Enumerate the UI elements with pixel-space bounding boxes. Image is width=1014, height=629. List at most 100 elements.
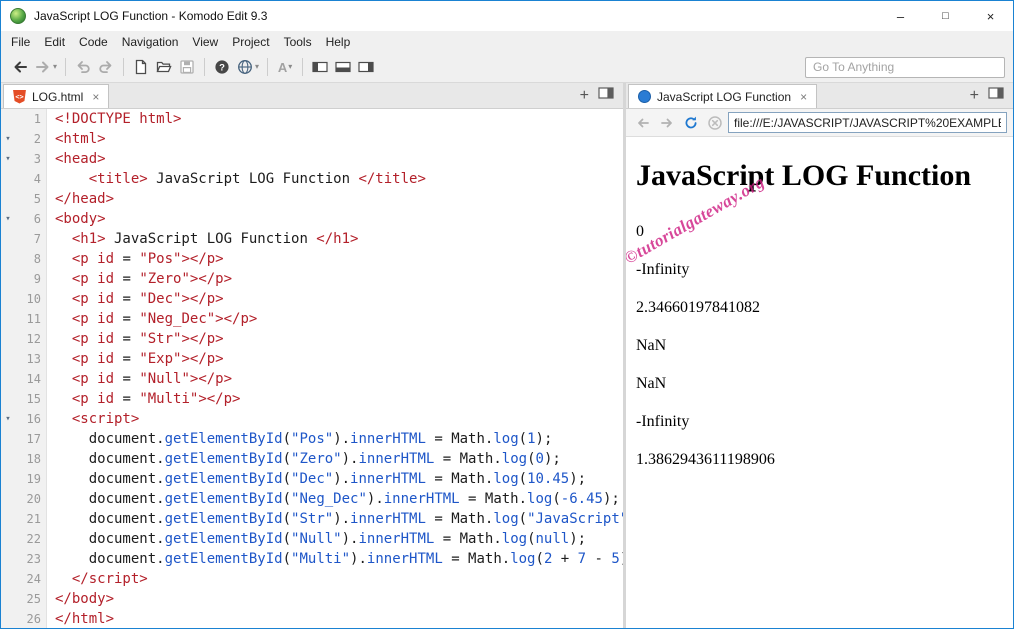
maximize-button[interactable]: □ [923,1,968,31]
gutter: 8 [1,249,47,269]
fold-toggle-icon[interactable]: ▾ [1,209,15,229]
fold-toggle-icon[interactable]: ▾ [1,409,15,429]
preview-new-tab-button[interactable]: + [970,88,979,104]
code-line: ▾16 <script> [1,409,623,429]
back-button[interactable] [9,55,31,79]
editor-pane: <> LOG.html × + 1<!DOCTYPE html>▾2<html>… [1,83,623,628]
gutter: ▾3 [1,149,47,169]
redo-icon [97,58,115,76]
forward-arrow-icon [34,58,52,76]
code-line: 17 document.getElementById("Pos").innerH… [1,429,623,449]
preview-in-browser-button[interactable]: ▾ [234,55,261,79]
fold-toggle-icon[interactable]: ▾ [1,149,15,169]
code-text: <p id = "Str"></p> [47,329,224,349]
browser-dropdown-caret-icon: ▾ [255,63,259,71]
line-number: 10 [15,289,46,309]
left-pane-icon [311,58,329,76]
gutter: ▾2 [1,129,47,149]
menu-item-edit[interactable]: Edit [37,33,72,51]
fold-spacer [1,189,15,209]
menu-item-help[interactable]: Help [319,33,358,51]
editor-tab-strip: <> LOG.html × + [1,83,623,109]
preview-split-view-button[interactable] [988,86,1004,105]
toggle-bottom-pane-button[interactable] [332,55,354,79]
font-size-button[interactable]: A ▾ [274,55,296,79]
browser-stop-button[interactable] [704,112,725,133]
fold-toggle-icon[interactable]: ▾ [1,129,15,149]
save-button[interactable] [176,55,198,79]
line-number: 20 [15,489,46,509]
goto-anything-input[interactable] [805,57,1005,78]
browser-forward-icon [659,115,675,131]
line-number: 13 [15,349,46,369]
output-value: -Infinity [636,261,1013,279]
forward-button[interactable]: ▾ [32,55,59,79]
komodo-app-icon [10,8,26,24]
code-line: 11 <p id = "Neg_Dec"></p> [1,309,623,329]
code-text: document.getElementById("Pos").innerHTML… [47,429,552,449]
line-number: 26 [15,609,46,628]
browser-refresh-button[interactable] [680,112,701,133]
tab-log-html[interactable]: <> LOG.html × [3,84,109,108]
line-number: 7 [15,229,46,249]
gutter: 18 [1,449,47,469]
menu-item-code[interactable]: Code [72,33,115,51]
browser-output: 0-Infinity2.34660197841082NaNNaN-Infinit… [636,223,1013,469]
browser-tab-icon [638,90,651,103]
gutter: 15 [1,389,47,409]
line-number: 25 [15,589,46,609]
new-tab-button[interactable]: + [580,88,589,104]
browser-forward-button[interactable] [656,112,677,133]
new-file-button[interactable] [130,55,152,79]
toggle-right-pane-button[interactable] [355,55,377,79]
close-button[interactable]: × [968,1,1013,31]
preview-tab-close-icon[interactable]: × [800,90,807,104]
menu-item-tools[interactable]: Tools [277,33,319,51]
code-text: <p id = "Multi"></p> [47,389,240,409]
code-text: <!DOCTYPE html> [47,109,181,129]
redo-button[interactable] [95,55,117,79]
gutter: 17 [1,429,47,449]
fold-spacer [1,589,15,609]
menu-item-project[interactable]: Project [225,33,276,51]
code-line: ▾6<body> [1,209,623,229]
browser-back-button[interactable] [632,112,653,133]
title-bar: JavaScript LOG Function - Komodo Edit 9.… [1,1,1013,31]
code-line: 24 </script> [1,569,623,589]
line-number: 15 [15,389,46,409]
line-number: 17 [15,429,46,449]
code-text: </script> [47,569,148,589]
editor-tab-close-icon[interactable]: × [92,90,99,104]
output-value: 1.3862943611198906 [636,451,1013,469]
split-view-icon [988,86,1004,100]
line-number: 11 [15,309,46,329]
code-line: 25</body> [1,589,623,609]
code-line: 26</html> [1,609,623,628]
preview-strip-actions: + [970,83,1013,108]
minimize-button[interactable]: – [878,1,923,31]
gutter: 1 [1,109,47,129]
line-number: 22 [15,529,46,549]
split-view-icon [598,86,614,100]
output-value: 2.34660197841082 [636,299,1013,317]
save-floppy-icon [178,58,196,76]
menu-item-file[interactable]: File [4,33,37,51]
toolbar-separator [204,58,205,76]
undo-button[interactable] [72,55,94,79]
help-button[interactable]: ? [211,55,233,79]
gutter: ▾16 [1,409,47,429]
code-line: 1<!DOCTYPE html> [1,109,623,129]
menu-item-navigation[interactable]: Navigation [115,33,186,51]
menu-item-view[interactable]: View [185,33,225,51]
open-file-button[interactable] [153,55,175,79]
fold-spacer [1,369,15,389]
code-line: 13 <p id = "Exp"></p> [1,349,623,369]
gutter: 4 [1,169,47,189]
split-view-button[interactable] [598,86,614,105]
gutter: 7 [1,229,47,249]
code-editor[interactable]: 1<!DOCTYPE html>▾2<html>▾3<head>4 <title… [1,109,623,628]
toggle-left-pane-button[interactable] [309,55,331,79]
address-bar-input[interactable] [728,112,1007,133]
tab-browser-preview[interactable]: JavaScript LOG Function × [628,84,817,108]
code-text: document.getElementById("Neg_Dec").inner… [47,489,620,509]
